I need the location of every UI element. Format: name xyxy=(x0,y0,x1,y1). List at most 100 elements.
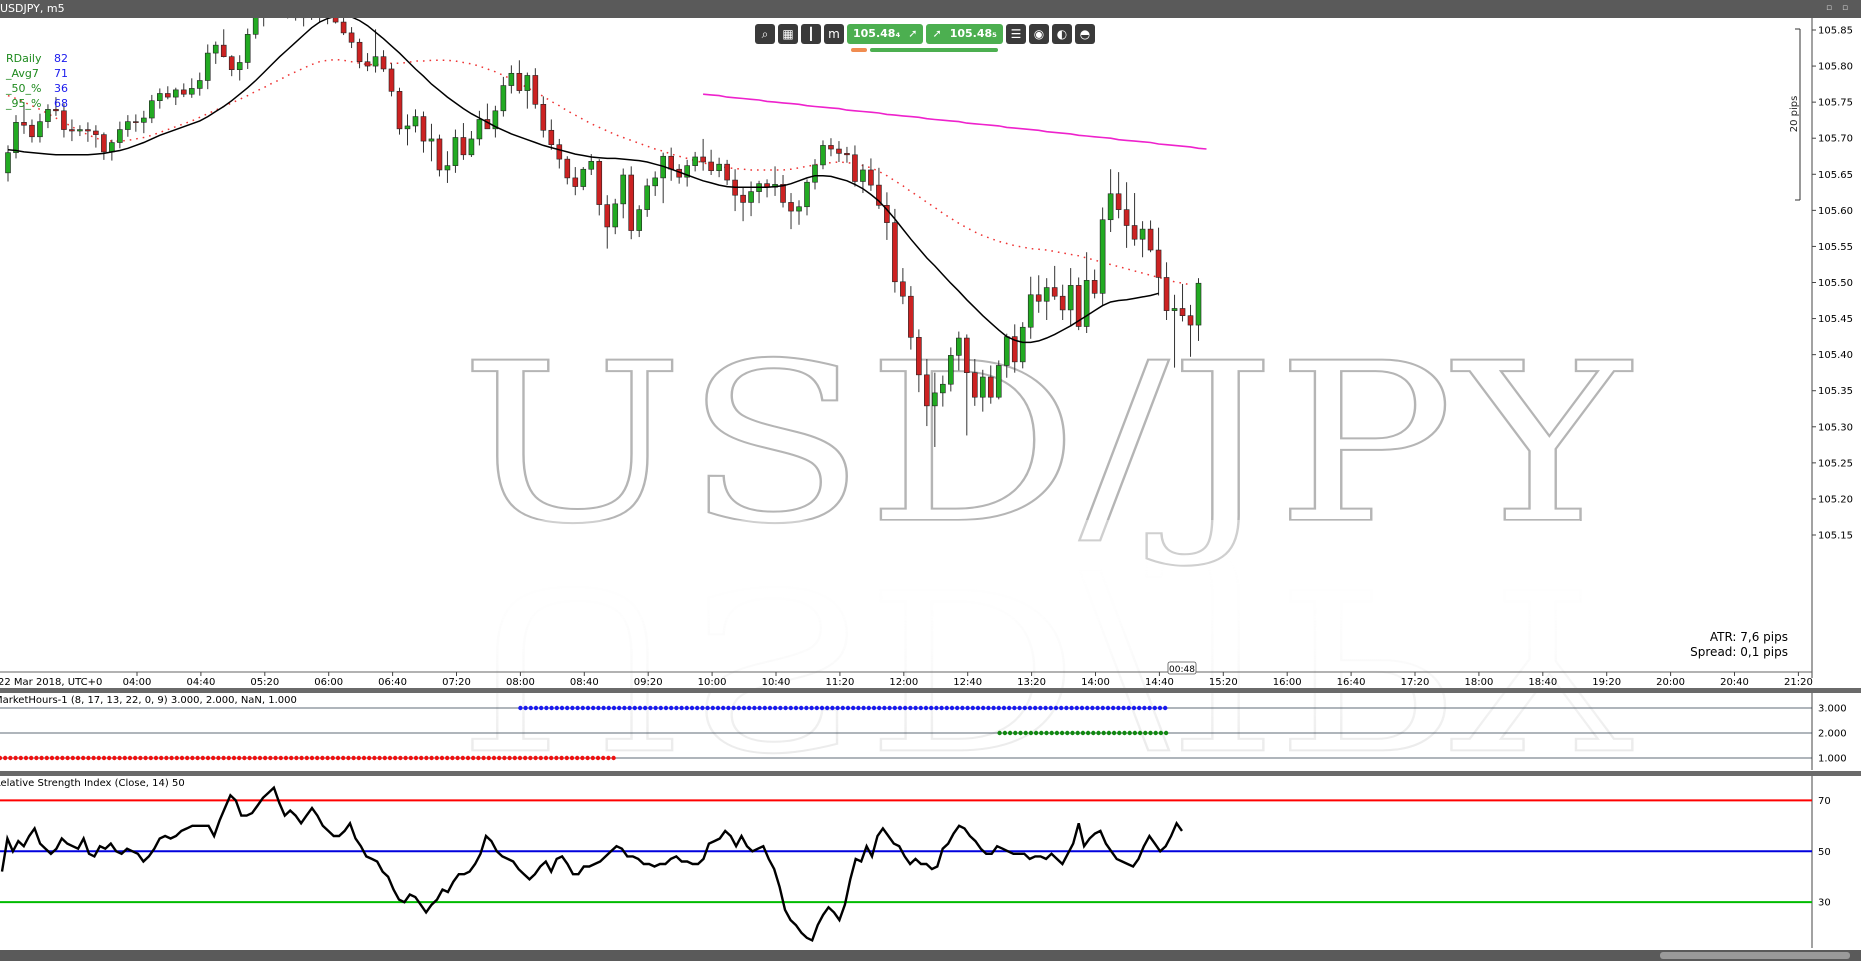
info-icon[interactable]: ◉ xyxy=(1028,24,1049,44)
window-title: USDJPY, m5 xyxy=(0,2,65,15)
candle-bull xyxy=(860,169,866,182)
mh-dot xyxy=(1121,705,1126,711)
sell-button[interactable]: 105.48₄ ➚ xyxy=(847,24,924,44)
mh-dot xyxy=(476,755,481,761)
color-icon[interactable]: ◐ xyxy=(1051,24,1072,44)
candle-bear xyxy=(963,337,970,373)
mh-dot xyxy=(825,705,830,711)
mh-dot xyxy=(1013,730,1018,736)
mh-dot xyxy=(216,755,221,761)
candle-bull xyxy=(644,185,651,210)
mh-dot xyxy=(1132,730,1138,736)
mh-dot xyxy=(1017,705,1022,711)
market-hours-title: MarketHours-1 (8, 17, 13, 22, 0, 9) 3.00… xyxy=(0,695,297,706)
mh-dot xyxy=(549,705,554,711)
mh-dot xyxy=(315,755,320,761)
mh-dot xyxy=(736,705,741,711)
candle-bull xyxy=(109,142,115,153)
price-tick-label: 105.60 xyxy=(1818,206,1853,217)
mh-dot xyxy=(502,755,507,761)
mh-dot xyxy=(346,755,351,761)
zoom-icon[interactable]: ⌕ xyxy=(755,24,775,44)
mh-dot xyxy=(695,705,700,711)
candle-style-icon[interactable]: ┃ xyxy=(801,24,821,44)
horizontal-scrollbar[interactable] xyxy=(1660,952,1850,959)
mh-dot xyxy=(0,755,3,761)
mh-dot xyxy=(226,755,231,761)
mh-dot xyxy=(1059,705,1064,711)
mh-dot xyxy=(606,755,611,761)
candle-bull xyxy=(1083,280,1090,327)
mh-dot xyxy=(528,705,533,711)
candle-bear xyxy=(908,295,914,338)
timeframe-icon[interactable]: m xyxy=(824,24,844,44)
candle-bull xyxy=(652,177,658,187)
candle-bear xyxy=(228,56,235,70)
mh-dot xyxy=(1033,730,1039,736)
time-tick-label: 11:20 xyxy=(825,677,854,688)
mh-dot xyxy=(679,705,684,711)
mh-dot xyxy=(304,755,309,761)
mh-dot xyxy=(1027,705,1033,711)
candle-bear xyxy=(436,138,443,171)
mh-dot xyxy=(544,705,549,711)
mh-dot xyxy=(1085,705,1090,711)
mh-dot xyxy=(1127,730,1132,736)
mh-dot xyxy=(242,755,247,761)
pane-splitter[interactable] xyxy=(0,771,1861,776)
candle-bear xyxy=(1115,193,1122,210)
mh-dot xyxy=(1065,730,1070,736)
candle-bear xyxy=(1051,287,1058,297)
mh-dot xyxy=(2,755,8,761)
candle-bear xyxy=(1155,249,1162,278)
mh-dot xyxy=(684,705,689,711)
mh-dot xyxy=(403,755,408,761)
restore-icon[interactable]: ▫ xyxy=(1824,3,1834,13)
mh-dot xyxy=(393,755,398,761)
time-tick-label: 20:40 xyxy=(1720,677,1749,688)
mh-dot xyxy=(689,705,695,711)
mh-dot xyxy=(939,705,944,711)
candle-bull xyxy=(1099,219,1106,294)
list-icon[interactable]: ☰ xyxy=(1005,24,1026,44)
mh-dot xyxy=(627,705,632,711)
mh-dot xyxy=(81,755,86,761)
mh-dot xyxy=(1053,705,1059,711)
mh-dot xyxy=(122,755,128,761)
mh-dot xyxy=(871,705,877,711)
time-tick-label: 08:40 xyxy=(570,677,599,688)
mh-dot xyxy=(1080,730,1086,736)
mh-dot xyxy=(1043,705,1048,711)
mh-dot xyxy=(1091,730,1096,736)
mh-dot xyxy=(726,705,731,711)
candle-bear xyxy=(61,110,67,130)
mh-dot xyxy=(533,755,538,761)
mh-dot xyxy=(903,705,908,711)
candle-bear xyxy=(165,93,171,98)
mh-dot xyxy=(101,755,107,761)
chart-canvas[interactable]: USD/JPY USD/JPY 105.85 105.80 105.75 105.70… xyxy=(0,18,1861,950)
candle-bear xyxy=(133,121,139,123)
candle-bull xyxy=(1139,228,1146,240)
candle-bull xyxy=(956,337,962,356)
candle-bear xyxy=(780,184,786,203)
mh-dot xyxy=(1148,730,1153,736)
pane-splitter[interactable] xyxy=(0,688,1861,693)
candle-bear xyxy=(1147,228,1154,251)
mh-dot xyxy=(1064,705,1069,711)
candle-bear xyxy=(532,75,539,105)
candle-bull xyxy=(149,100,155,119)
chart-settings-icon[interactable]: ▦ xyxy=(778,24,798,44)
mh-dot xyxy=(1163,730,1169,736)
mh-dot xyxy=(112,755,117,761)
price-tick-label: 105.15 xyxy=(1818,531,1853,542)
mh-dot xyxy=(1038,705,1043,711)
price-tick-label: 105.40 xyxy=(1818,350,1853,361)
candle-bear xyxy=(460,137,467,156)
close-icon[interactable]: ▫ xyxy=(1840,3,1850,13)
atr-text: ATR: 7,6 pips xyxy=(1710,630,1788,644)
mh-dot xyxy=(554,755,559,761)
candle-bull xyxy=(932,392,938,407)
snapshot-icon[interactable]: ◓ xyxy=(1074,24,1095,44)
buy-button[interactable]: ➚ 105.48₅ xyxy=(926,24,1003,44)
